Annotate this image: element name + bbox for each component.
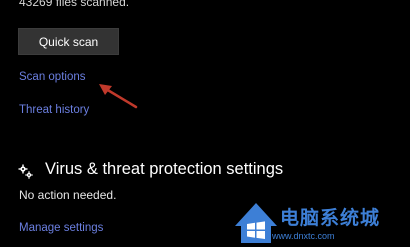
manage-settings-link[interactable]: Manage settings <box>19 222 103 234</box>
quick-scan-button[interactable]: Quick scan <box>18 28 119 55</box>
threat-history-link[interactable]: Threat history <box>19 104 89 116</box>
watermark-title: 电脑系统城 <box>280 208 381 229</box>
scan-options-link[interactable]: Scan options <box>19 71 86 83</box>
settings-status-text: No action needed. <box>19 188 117 202</box>
files-scanned-count: 43269 files scanned. <box>19 0 130 9</box>
annotation-arrow-icon <box>99 84 138 109</box>
watermark-url: www.dnxtc.com <box>272 231 335 241</box>
settings-gear-icon <box>18 164 33 179</box>
virus-threat-settings-title: Virus & threat protection settings <box>45 160 284 178</box>
site-watermark: 电脑系统城 www.dnxtc.com <box>232 200 408 246</box>
